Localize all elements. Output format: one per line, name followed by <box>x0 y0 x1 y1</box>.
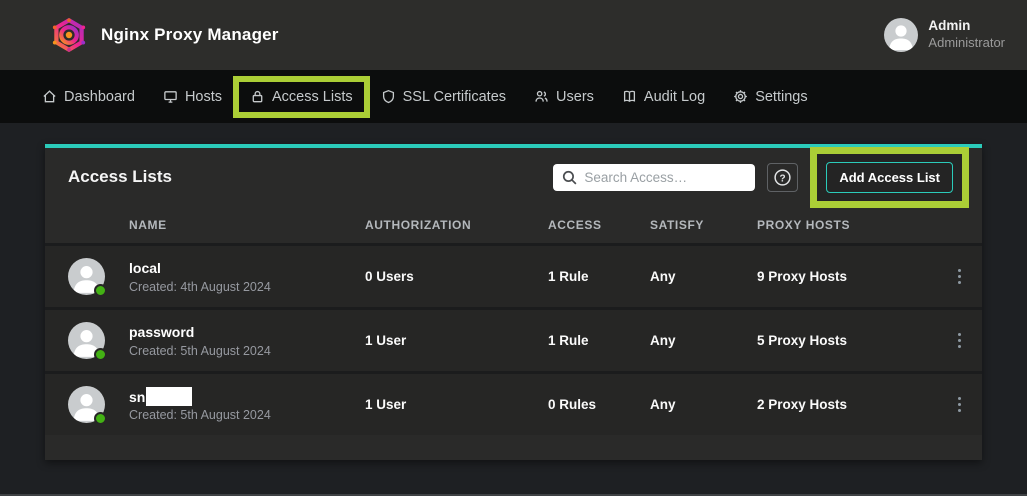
row-avatar <box>68 322 105 359</box>
cell-authorization: 1 User <box>365 397 548 412</box>
status-online-dot <box>94 412 107 425</box>
table-row[interactable]: local Created: 4th August 2024 0 Users 1… <box>45 243 982 307</box>
status-online-dot <box>94 284 107 297</box>
app-header: Nginx Proxy Manager Admin Administrator <box>0 0 1027 70</box>
npm-logo-icon <box>50 16 88 54</box>
row-avatar <box>68 386 105 423</box>
users-icon <box>534 89 549 104</box>
main-nav: Dashboard Hosts Access Lists SSL Certifi… <box>0 70 1027 123</box>
add-access-list-button[interactable]: Add Access List <box>826 162 953 193</box>
column-header-proxy-hosts: PROXY HOSTS <box>757 218 948 232</box>
nav-item-dashboard[interactable]: Dashboard <box>42 89 135 105</box>
cell-satisfy: Any <box>650 269 757 284</box>
column-header-authorization: AUTHORIZATION <box>365 218 548 232</box>
nav-item-label: Audit Log <box>644 89 705 105</box>
panel-title: Access Lists <box>68 167 172 187</box>
access-list-name: password <box>129 323 365 341</box>
cell-authorization: 0 Users <box>365 269 548 284</box>
panel-header: Access Lists ? Add Access List <box>45 148 982 206</box>
user-role: Administrator <box>928 35 1005 51</box>
nav-item-ssl-certificates[interactable]: SSL Certificates <box>381 89 506 105</box>
access-lists-panel: Access Lists ? Add Access List NAME AUTH… <box>45 144 982 460</box>
nav-item-label: Dashboard <box>64 89 135 105</box>
shield-icon <box>381 89 396 104</box>
status-online-dot <box>94 348 107 361</box>
nav-item-audit-log[interactable]: Audit Log <box>622 89 705 105</box>
row-avatar <box>68 258 105 295</box>
cell-proxy-hosts: 9 Proxy Hosts <box>757 269 948 284</box>
user-name: Admin <box>928 18 1005 35</box>
nav-item-label: SSL Certificates <box>403 89 506 105</box>
nav-item-hosts[interactable]: Hosts <box>163 89 222 105</box>
user-avatar <box>884 18 918 52</box>
cell-proxy-hosts: 5 Proxy Hosts <box>757 333 948 348</box>
app-title: Nginx Proxy Manager <box>101 25 279 45</box>
nav-item-users[interactable]: Users <box>534 89 594 105</box>
book-icon <box>622 89 637 104</box>
home-icon <box>42 89 57 104</box>
row-actions-menu-icon[interactable] <box>948 263 970 291</box>
lock-icon <box>250 89 265 104</box>
table-row[interactable]: password Created: 5th August 2024 1 User… <box>45 307 982 371</box>
cell-access: 1 Rule <box>548 333 650 348</box>
nav-item-label: Hosts <box>185 89 222 105</box>
svg-text:?: ? <box>780 173 786 184</box>
help-icon: ? <box>773 168 792 187</box>
column-header-satisfy: SATISFY <box>650 218 757 232</box>
access-list-created: Created: 5th August 2024 <box>129 408 365 422</box>
access-list-name: sn <box>129 387 365 406</box>
search-box <box>553 164 755 191</box>
cell-access: 0 Rules <box>548 397 650 412</box>
annotation-box-access-lists: Access Lists <box>233 76 370 118</box>
search-input[interactable] <box>553 164 755 191</box>
cell-satisfy: Any <box>650 397 757 412</box>
row-actions-menu-icon[interactable] <box>948 391 970 419</box>
nav-item-label: Settings <box>755 89 807 105</box>
redaction-box <box>146 387 192 406</box>
search-icon <box>561 169 578 186</box>
nav-item-label: Access Lists <box>272 89 353 105</box>
access-list-created: Created: 4th August 2024 <box>129 280 365 294</box>
access-list-name: local <box>129 259 365 277</box>
row-actions-menu-icon[interactable] <box>948 327 970 355</box>
help-button[interactable]: ? <box>767 163 798 192</box>
monitor-icon <box>163 89 178 104</box>
gear-icon <box>733 89 748 104</box>
annotation-box-add-access-list: Add Access List <box>810 147 969 208</box>
cell-proxy-hosts: 2 Proxy Hosts <box>757 397 948 412</box>
nav-item-settings[interactable]: Settings <box>733 89 807 105</box>
nav-item-label: Users <box>556 89 594 105</box>
cell-satisfy: Any <box>650 333 757 348</box>
user-menu[interactable]: Admin Administrator <box>884 18 1005 52</box>
cell-authorization: 1 User <box>365 333 548 348</box>
table-header-row: NAME AUTHORIZATION ACCESS SATISFY PROXY … <box>45 206 982 243</box>
access-list-created: Created: 5th August 2024 <box>129 344 365 358</box>
nav-item-access-lists[interactable]: Access Lists <box>250 89 353 105</box>
column-header-access: ACCESS <box>548 218 650 232</box>
cell-access: 1 Rule <box>548 269 650 284</box>
table-row[interactable]: sn Created: 5th August 2024 1 User 0 Rul… <box>45 371 982 435</box>
column-header-name: NAME <box>129 218 365 232</box>
